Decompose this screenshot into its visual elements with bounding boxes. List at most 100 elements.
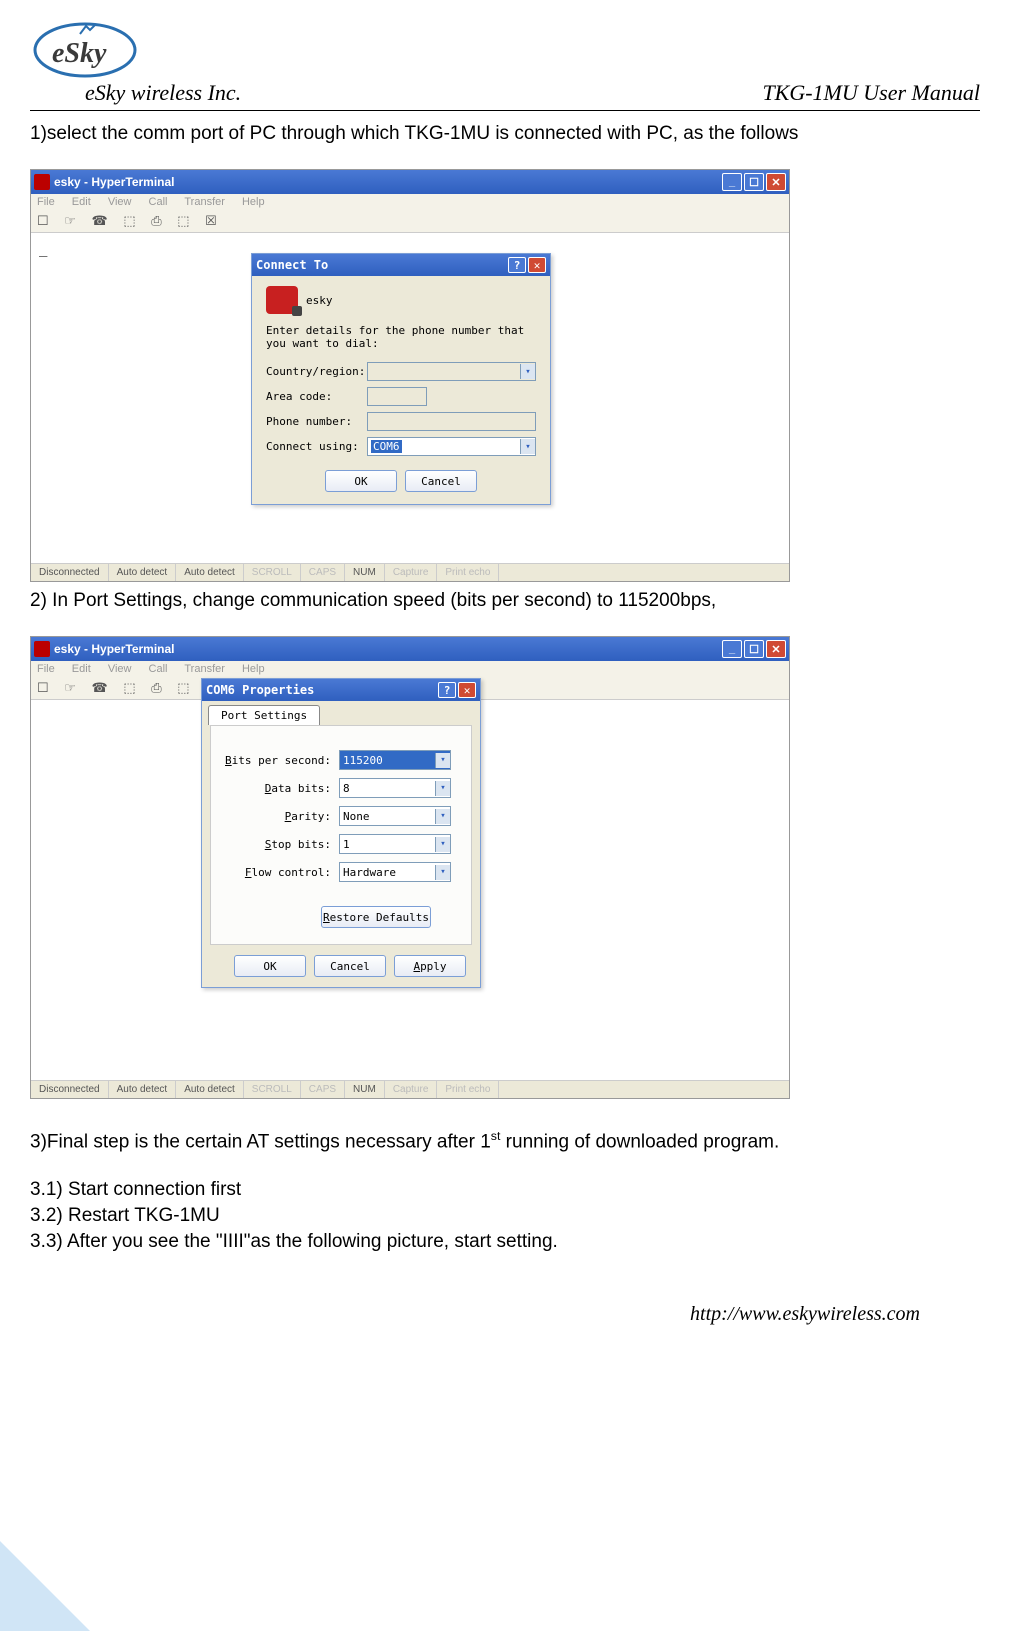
step-1-text: 1)select the comm port of PC through whi…: [30, 123, 980, 145]
parity-select[interactable]: None▾: [339, 806, 451, 826]
status-caps: CAPS: [301, 564, 345, 581]
data-bits-label: Data bits:: [211, 782, 331, 795]
phone-icon: [266, 286, 298, 314]
window-titlebar: esky - HyperTerminal _ ☐ ✕: [31, 637, 789, 661]
menu-view[interactable]: View: [108, 663, 132, 675]
company-logo: eSky: [30, 20, 140, 80]
toolbar[interactable]: ☐ ☞ ☎ ⬚ ⎙ ⬚ ☒: [31, 210, 789, 233]
menu-view[interactable]: View: [108, 196, 132, 208]
dialog-title: COM6 Properties: [206, 683, 314, 697]
apply-button[interactable]: Apply: [394, 955, 466, 977]
step-3-1-text: 3.1) Start connection first: [30, 1179, 980, 1201]
page-header: eSky eSky wireless Inc. TKG-1MU User Man…: [30, 20, 980, 119]
area-code-input[interactable]: [367, 387, 427, 406]
connect-using-select[interactable]: COM6 ▾: [367, 437, 536, 456]
dialog-close-button[interactable]: ✕: [458, 682, 476, 698]
doc-title: TKG-1MU User Manual: [762, 80, 980, 106]
step-2-text: 2) In Port Settings, change communicatio…: [30, 590, 980, 612]
status-scroll: SCROLL: [244, 1081, 301, 1098]
connection-name: esky: [306, 294, 333, 307]
status-num: NUM: [345, 1081, 385, 1098]
restore-defaults-button[interactable]: RRestore Defaultsestore Defaults: [321, 906, 431, 928]
bits-per-second-label: BBits per second:its per second:: [211, 754, 331, 767]
menu-transfer[interactable]: Transfer: [184, 663, 225, 675]
status-detect2: Auto detect: [176, 1081, 244, 1098]
status-capture: Capture: [385, 564, 438, 581]
status-bar: Disconnected Auto detect Auto detect SCR…: [31, 563, 789, 581]
menu-edit[interactable]: Edit: [72, 196, 91, 208]
help-button[interactable]: ?: [508, 257, 526, 273]
status-bar: Disconnected Auto detect Auto detect SCR…: [31, 1080, 789, 1098]
tab-strip: Port Settings: [202, 701, 480, 725]
status-connection: Disconnected: [31, 564, 109, 581]
ok-button[interactable]: OK: [325, 470, 397, 492]
close-button[interactable]: ✕: [766, 640, 786, 658]
menu-bar: File Edit View Call Transfer Help: [31, 661, 789, 677]
status-detect1: Auto detect: [109, 564, 177, 581]
page-footer-url: http://www.eskywireless.com: [30, 1303, 980, 1326]
menu-edit[interactable]: Edit: [72, 663, 91, 675]
com-properties-dialog: COM6 Properties ? ✕ Port Settings BBits …: [201, 678, 481, 988]
phone-number-label: Phone number:: [266, 415, 361, 428]
stop-bits-label: Stop bits:: [211, 838, 331, 851]
close-button[interactable]: ✕: [766, 173, 786, 191]
status-caps: CAPS: [301, 1081, 345, 1098]
terminal-cursor: _: [39, 241, 47, 257]
svg-text:eSky: eSky: [52, 38, 107, 69]
terminal-area[interactable]: COM6 Properties ? ✕ Port Settings BBits …: [31, 700, 789, 1080]
menu-help[interactable]: Help: [242, 663, 265, 675]
flow-control-label: Flow control:: [211, 866, 331, 879]
area-code-label: Area code:: [266, 390, 361, 403]
minimize-button[interactable]: _: [722, 640, 742, 658]
window-titlebar: esky - HyperTerminal _ ☐ ✕: [31, 170, 789, 194]
status-num: NUM: [345, 564, 385, 581]
phone-number-input[interactable]: [367, 412, 536, 431]
menu-call[interactable]: Call: [149, 196, 168, 208]
company-name: eSky wireless Inc.: [30, 80, 241, 106]
country-select[interactable]: ▾: [367, 362, 536, 381]
status-print: Print echo: [437, 564, 499, 581]
dialog-title: Connect To: [256, 258, 328, 272]
dialog-instruction: Enter details for the phone number that …: [266, 324, 536, 350]
connect-to-dialog: Connect To ? ✕ esky Enter details for th…: [251, 253, 551, 505]
status-capture: Capture: [385, 1081, 438, 1098]
flow-control-select[interactable]: Hardware▾: [339, 862, 451, 882]
help-button[interactable]: ?: [438, 682, 456, 698]
menu-call[interactable]: Call: [149, 663, 168, 675]
terminal-area[interactable]: _ Connect To ? ✕ esky Enter details for …: [31, 233, 789, 563]
parity-label: Parity:: [211, 810, 331, 823]
menu-bar: File Edit View Call Transfer Help: [31, 194, 789, 210]
connect-using-label: Connect using:: [266, 440, 361, 453]
dialog-titlebar: COM6 Properties ? ✕: [202, 679, 480, 701]
step-3-3-text: 3.3) After you see the "IIII"as the foll…: [30, 1231, 980, 1253]
bits-per-second-select[interactable]: 115200▾: [339, 750, 451, 770]
status-scroll: SCROLL: [244, 564, 301, 581]
status-detect1: Auto detect: [109, 1081, 177, 1098]
menu-file[interactable]: File: [37, 663, 55, 675]
window-title: esky - HyperTerminal: [54, 642, 722, 656]
status-connection: Disconnected: [31, 1081, 109, 1098]
app-icon: [34, 174, 50, 190]
step-3-text: 3)Final step is the certain AT settings …: [30, 1129, 980, 1153]
menu-file[interactable]: File: [37, 196, 55, 208]
cancel-button[interactable]: Cancel: [405, 470, 477, 492]
maximize-button[interactable]: ☐: [744, 173, 764, 191]
menu-transfer[interactable]: Transfer: [184, 196, 225, 208]
status-print: Print echo: [437, 1081, 499, 1098]
ok-button[interactable]: OK: [234, 955, 306, 977]
menu-help[interactable]: Help: [242, 196, 265, 208]
country-label: Country/region:: [266, 365, 361, 378]
tab-content: BBits per second:its per second: 115200▾…: [210, 725, 472, 945]
dialog-close-button[interactable]: ✕: [528, 257, 546, 273]
tab-port-settings[interactable]: Port Settings: [208, 705, 320, 725]
screenshot-com-properties: esky - HyperTerminal _ ☐ ✕ File Edit Vie…: [30, 636, 790, 1099]
screenshot-connect-to: esky - HyperTerminal _ ☐ ✕ File Edit Vie…: [30, 169, 790, 582]
dialog-titlebar: Connect To ? ✕: [252, 254, 550, 276]
status-detect2: Auto detect: [176, 564, 244, 581]
step-3-2-text: 3.2) Restart TKG-1MU: [30, 1205, 980, 1227]
cancel-button[interactable]: Cancel: [314, 955, 386, 977]
data-bits-select[interactable]: 8▾: [339, 778, 451, 798]
minimize-button[interactable]: _: [722, 173, 742, 191]
stop-bits-select[interactable]: 1▾: [339, 834, 451, 854]
maximize-button[interactable]: ☐: [744, 640, 764, 658]
